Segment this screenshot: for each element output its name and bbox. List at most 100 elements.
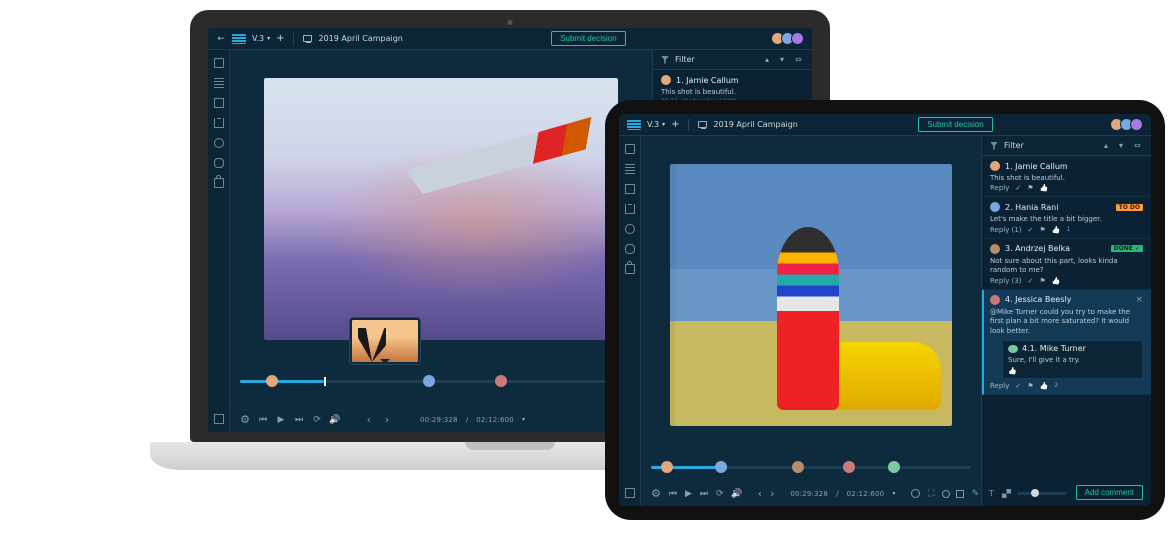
expand-icon[interactable]: [795, 55, 804, 64]
cloud-icon[interactable]: [625, 244, 635, 254]
like-icon[interactable]: [1052, 277, 1061, 285]
skip-back-icon[interactable]: [258, 415, 268, 425]
sort-up-icon[interactable]: [1104, 141, 1113, 150]
timeline-marker[interactable]: [715, 461, 727, 473]
target-icon[interactable]: [911, 489, 920, 498]
export-icon[interactable]: [625, 488, 635, 498]
sort-down-icon[interactable]: [1119, 141, 1128, 150]
sort-down-icon[interactable]: [780, 55, 789, 64]
submit-decision-button[interactable]: Submit decision: [551, 31, 625, 46]
submit-decision-button[interactable]: Submit decision: [918, 117, 992, 132]
flag-icon[interactable]: [1027, 184, 1033, 192]
like-icon[interactable]: [1052, 226, 1061, 234]
settings-icon[interactable]: [240, 415, 250, 425]
filter-label[interactable]: Filter: [1004, 141, 1024, 150]
comment-item[interactable]: 1. Jamie Callum This shot is beautiful. …: [982, 156, 1151, 197]
timeline-marker[interactable]: [495, 375, 507, 387]
cloud-icon[interactable]: [214, 158, 224, 168]
like-icon[interactable]: [1008, 367, 1017, 375]
resolve-icon[interactable]: [1028, 277, 1034, 285]
filter-label[interactable]: Filter: [675, 55, 695, 64]
reply-button[interactable]: Reply: [990, 382, 1009, 390]
person-graphic: [777, 227, 839, 411]
timeline[interactable]: [230, 362, 652, 406]
folder-icon[interactable]: [214, 58, 224, 68]
skip-forward-icon[interactable]: [700, 489, 708, 499]
comment-item[interactable]: 3. Andrzej Belka DONE ✓ Not sure about t…: [982, 239, 1151, 290]
fullscreen-icon[interactable]: [926, 489, 936, 499]
app-logo-icon[interactable]: [232, 34, 246, 44]
timeline-marker[interactable]: [423, 375, 435, 387]
next-frame-icon[interactable]: [382, 415, 392, 425]
lock-icon[interactable]: [625, 264, 635, 274]
history-icon[interactable]: [214, 138, 224, 148]
timeline-marker[interactable]: [661, 461, 673, 473]
loop-icon[interactable]: [312, 415, 322, 425]
version-selector[interactable]: V.3 ▾: [647, 120, 665, 129]
chevron-down-icon[interactable]: ▾: [892, 490, 895, 497]
loop-icon[interactable]: [716, 489, 724, 499]
timeline-marker[interactable]: [843, 461, 855, 473]
comment-item[interactable]: 2. Hania Rani TO DO Let's make the title…: [982, 197, 1151, 238]
timeline-marker[interactable]: [888, 461, 900, 473]
flag-icon[interactable]: [1039, 277, 1045, 285]
comment-item-active[interactable]: 4. Jessica Beesly × @Mike Turner could y…: [982, 290, 1151, 395]
prev-frame-icon[interactable]: [364, 415, 374, 425]
version-selector[interactable]: V.3 ▾: [252, 34, 270, 43]
lock-icon[interactable]: [214, 178, 224, 188]
inbox-icon[interactable]: [214, 118, 224, 128]
resolve-icon[interactable]: [1028, 226, 1034, 234]
list-icon[interactable]: [214, 78, 224, 88]
presence-avatars[interactable]: [774, 32, 804, 45]
chevron-down-icon[interactable]: ▾: [522, 416, 525, 423]
image-icon[interactable]: [214, 98, 224, 108]
timeline-marker[interactable]: [792, 461, 804, 473]
sort-up-icon[interactable]: [765, 55, 774, 64]
image-icon[interactable]: [625, 184, 635, 194]
expand-icon[interactable]: [1134, 141, 1143, 150]
resolve-icon[interactable]: [1015, 382, 1021, 390]
next-frame-icon[interactable]: [770, 489, 774, 499]
skip-back-icon[interactable]: [669, 489, 677, 499]
reply-button[interactable]: Reply (3): [990, 277, 1022, 285]
history-icon[interactable]: [625, 224, 635, 234]
text-tool-icon[interactable]: [986, 489, 996, 499]
prev-frame-icon[interactable]: [758, 489, 762, 499]
volume-icon[interactable]: [732, 489, 742, 499]
flag-icon[interactable]: [1027, 382, 1033, 390]
skip-forward-icon[interactable]: [294, 415, 304, 425]
like-icon[interactable]: [1040, 382, 1049, 390]
reply-button[interactable]: Reply (1): [990, 226, 1022, 234]
timeline-marker[interactable]: [266, 375, 278, 387]
resolve-icon[interactable]: [1015, 184, 1021, 192]
draw-tool-icon[interactable]: [970, 489, 980, 499]
project-title: 2019 April Campaign: [318, 34, 402, 43]
app-logo-icon[interactable]: [627, 120, 641, 130]
like-icon[interactable]: [1040, 184, 1049, 192]
timeline[interactable]: [641, 448, 981, 480]
add-comment-button[interactable]: Add comment: [1076, 485, 1143, 500]
play-icon[interactable]: [685, 489, 692, 499]
list-icon[interactable]: [625, 164, 635, 174]
settings-icon[interactable]: [651, 489, 661, 499]
playhead[interactable]: [324, 377, 326, 386]
add-version-button[interactable]: +: [276, 33, 284, 44]
play-icon[interactable]: [276, 415, 286, 425]
back-icon[interactable]: [216, 34, 226, 44]
inbox-icon[interactable]: [625, 204, 635, 214]
circle-tool-icon[interactable]: [942, 490, 950, 498]
filter-icon[interactable]: [990, 142, 998, 150]
presence-avatars[interactable]: [1113, 118, 1143, 131]
video-frame[interactable]: [264, 78, 618, 340]
flag-icon[interactable]: [1039, 226, 1045, 234]
rect-tool-icon[interactable]: [956, 490, 964, 498]
volume-icon[interactable]: [330, 415, 340, 425]
reply-button[interactable]: Reply: [990, 184, 1009, 192]
close-icon[interactable]: ×: [1135, 295, 1143, 305]
folder-icon[interactable]: [625, 144, 635, 154]
export-icon[interactable]: [214, 414, 224, 424]
add-version-button[interactable]: +: [671, 119, 679, 130]
video-frame[interactable]: [670, 164, 952, 426]
filter-icon[interactable]: [661, 56, 669, 64]
compare-icon[interactable]: [1002, 489, 1011, 498]
